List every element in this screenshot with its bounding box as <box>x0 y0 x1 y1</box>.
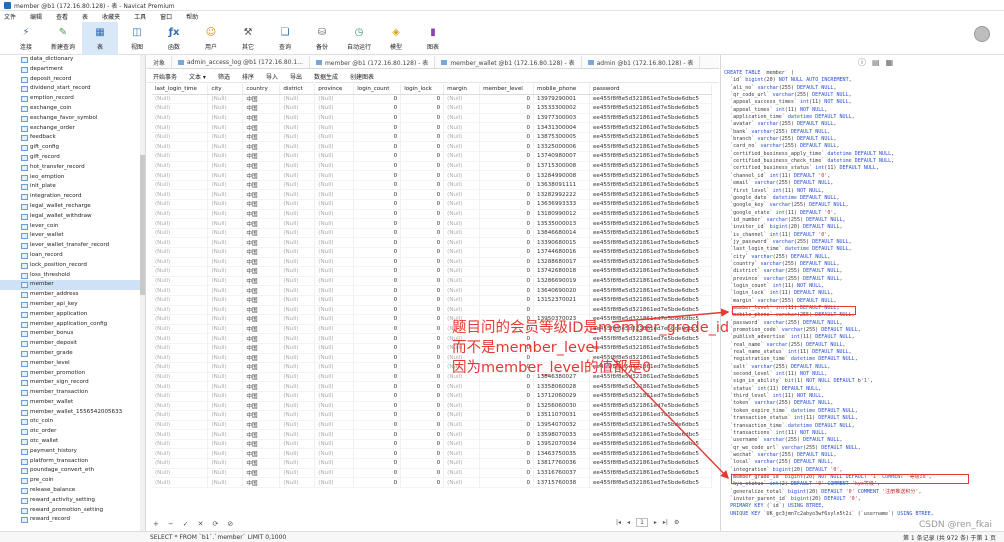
last-page-icon[interactable]: ▸| <box>663 519 668 526</box>
add-record-button[interactable]: + <box>153 520 159 528</box>
record-info: 第 1 条记录 (共 972 条) 于第 1 页 <box>902 534 996 542</box>
discard-button[interactable]: ✕ <box>198 520 204 528</box>
first-page-icon[interactable]: |◂ <box>616 519 621 526</box>
pager: |◂ ◂ 1 ▸ ▸| ⚙ <box>616 518 679 527</box>
watermark: CSDN @ren_fkai <box>918 520 992 530</box>
annotation-arrows <box>611 308 730 480</box>
status-bar: SELECT * FROM `b1`.`member` LIMIT 0,1000… <box>0 531 1004 542</box>
annotation-line-1: 题目问的会员等级ID是member_grade_id <box>452 320 730 336</box>
settings-icon[interactable]: ⚙ <box>674 519 679 526</box>
sql-statement: SELECT * FROM `b1`.`member` LIMIT 0,1000 <box>150 533 287 541</box>
stop-button[interactable]: ⊘ <box>227 520 233 528</box>
refresh-button[interactable]: ⟳ <box>213 520 219 528</box>
prev-page-icon[interactable]: ◂ <box>627 519 630 526</box>
annotation-line-2: 而不是member_level <box>452 340 599 356</box>
next-page-icon[interactable]: ▸ <box>654 519 657 526</box>
annotation-text: 题目问的会员等级ID是member_grade_id 而不是member_lev… <box>452 318 729 378</box>
apply-button[interactable]: ✓ <box>183 520 189 528</box>
annotation-line-3: 因为member_level的值都是0 <box>452 360 652 376</box>
delete-record-button[interactable]: − <box>168 520 174 528</box>
page-number[interactable]: 1 <box>636 518 648 527</box>
